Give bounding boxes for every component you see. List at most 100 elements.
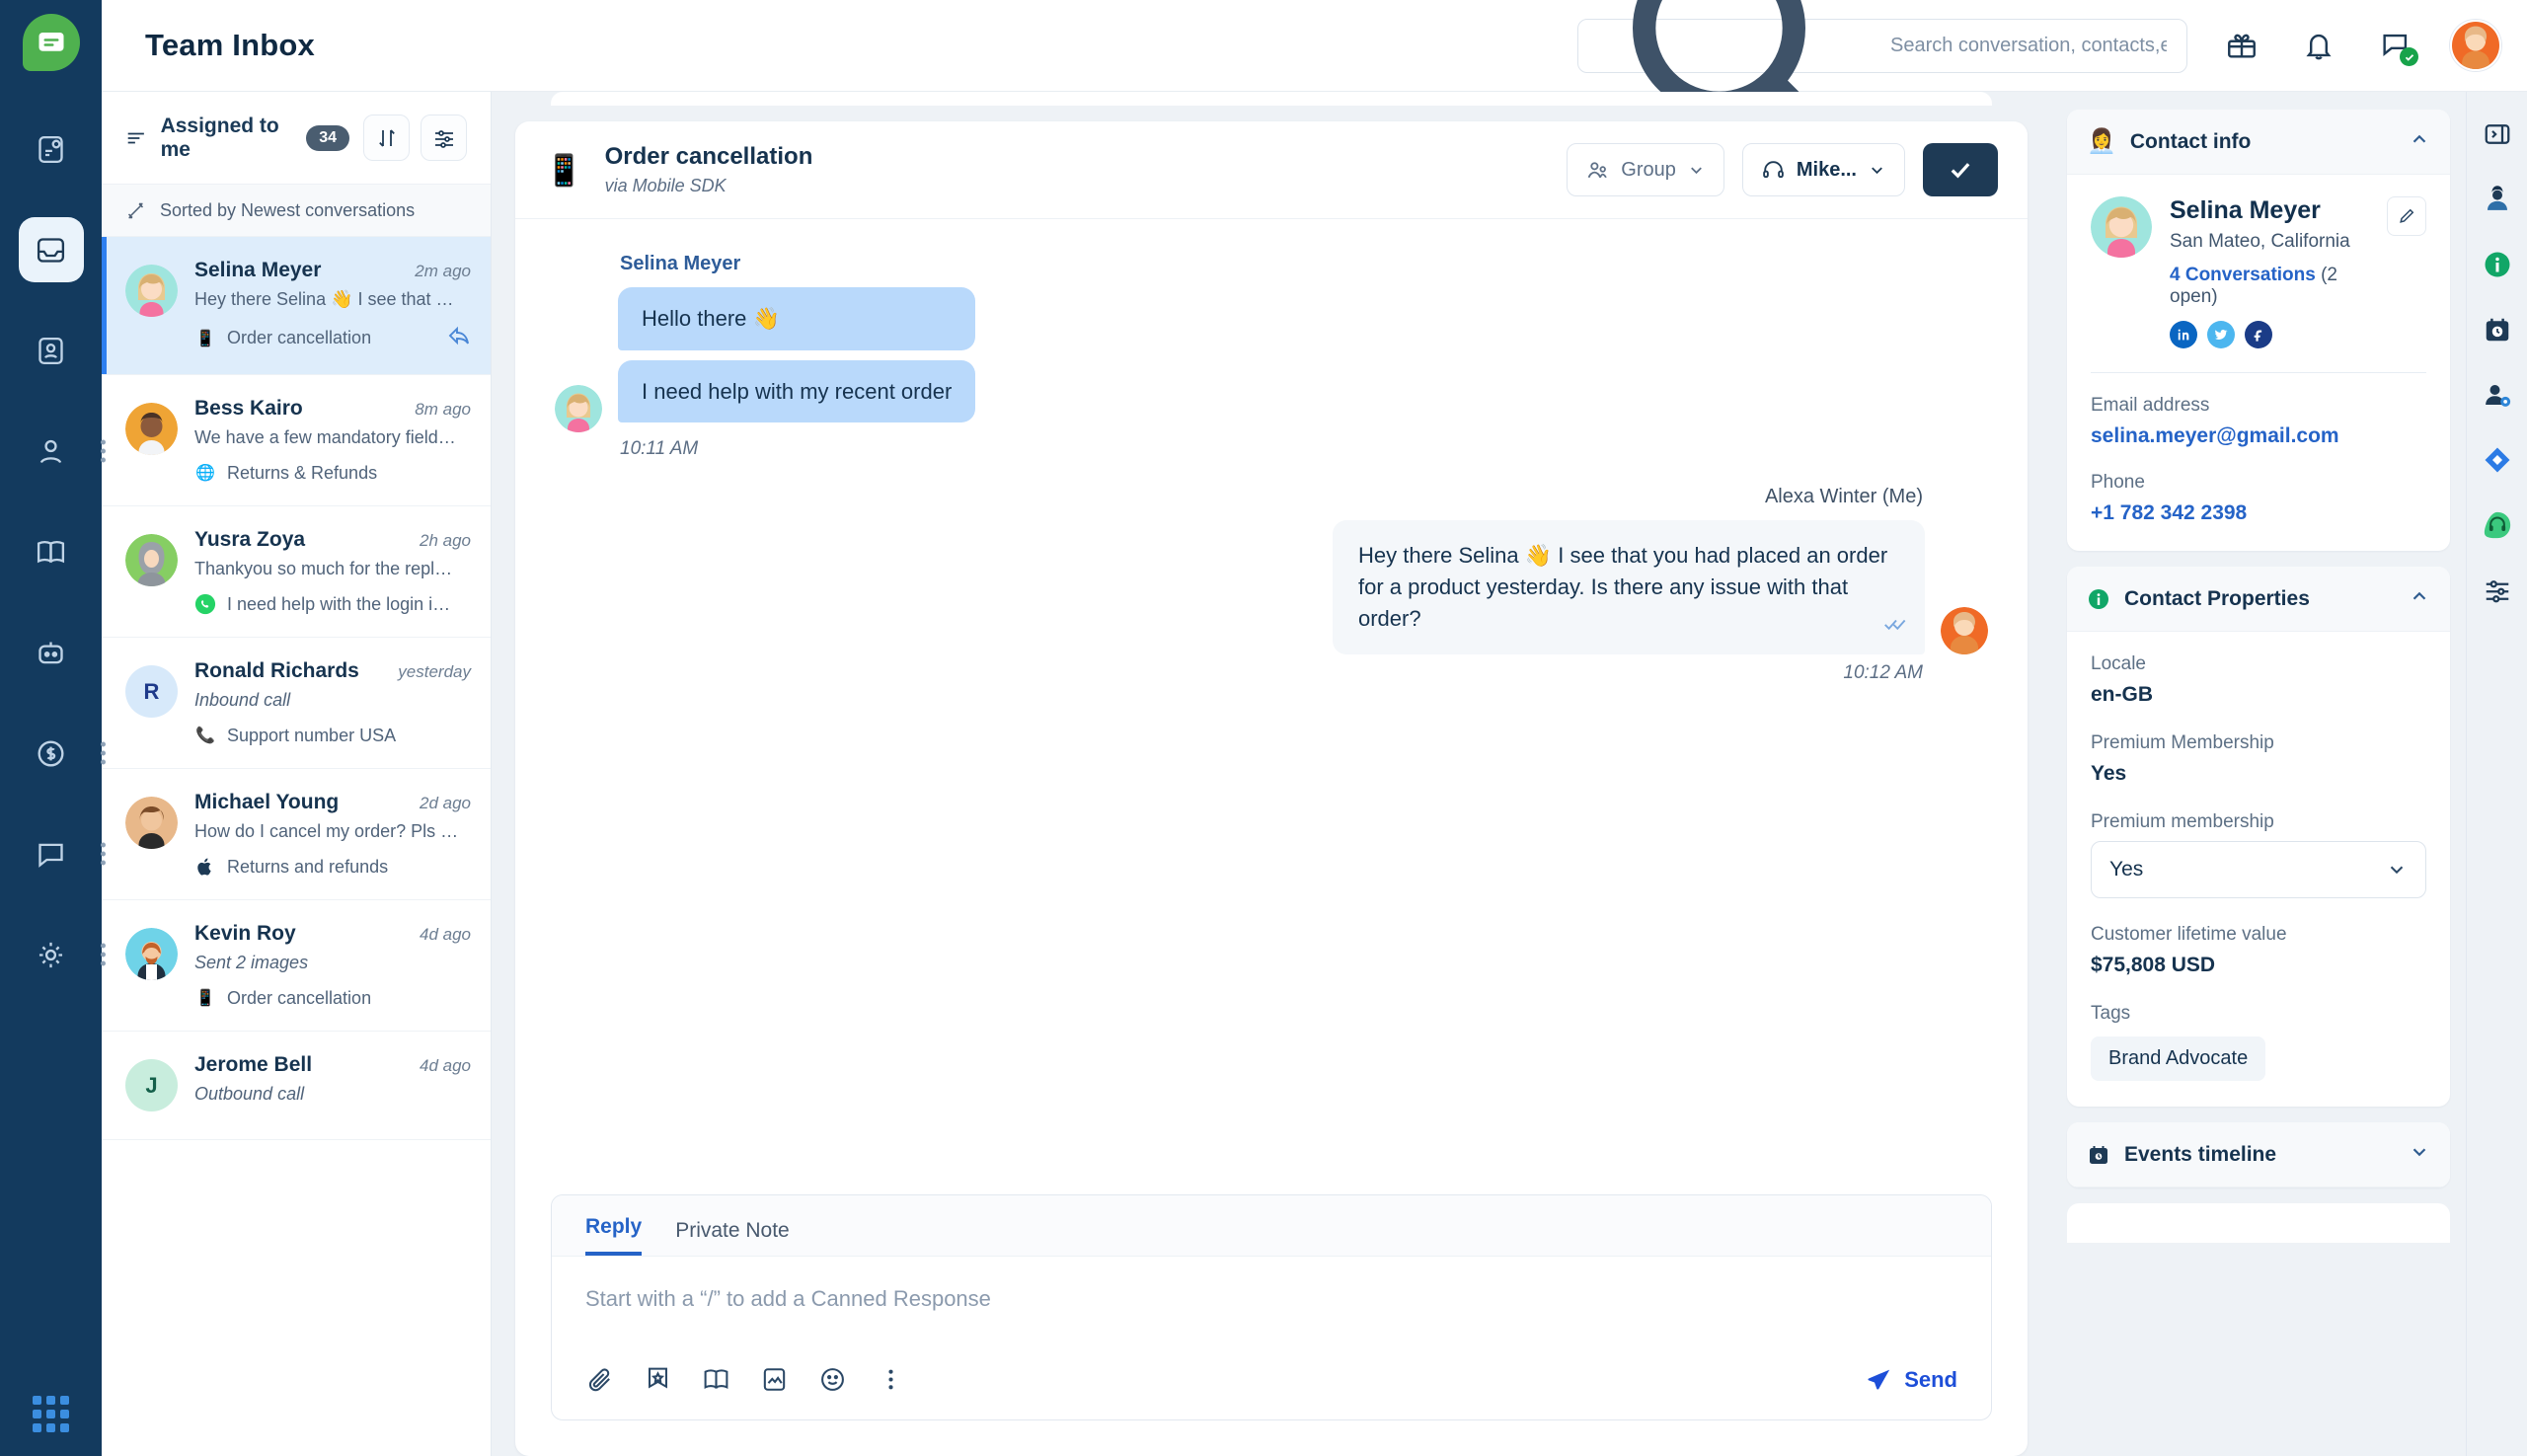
expand-panel-icon[interactable] (2481, 117, 2514, 151)
sidebar-item-campaigns[interactable] (19, 821, 84, 886)
bell-icon[interactable] (2296, 23, 2341, 68)
contact-info-title: Contact info (2130, 130, 2251, 154)
list-item-content: Bess Kairo 8m ago We have a few mandator… (194, 397, 471, 484)
filter-button[interactable] (421, 115, 467, 161)
next-card-peek (2067, 1203, 2450, 1243)
sort-arrows-icon (375, 126, 399, 150)
resolve-button[interactable] (1923, 143, 1998, 196)
list-item[interactable]: Bess Kairo 8m ago We have a few mandator… (102, 375, 491, 506)
search-box[interactable] (1577, 19, 2187, 73)
list-item-channel: I need help with the login issu... (227, 594, 454, 615)
sidebar-item-bot[interactable] (19, 620, 84, 685)
profile-icon (35, 435, 67, 468)
list-item[interactable]: Yusra Zoya 2h ago Thankyou so much for t… (102, 506, 491, 638)
list-item[interactable]: R Ronald Richards yesterday Inbound call… (102, 638, 491, 769)
list-item[interactable]: Selina Meyer 2m ago Hey there Selina 👋 I… (102, 237, 491, 375)
reply-input[interactable]: Start with a “/” to add a Canned Respons… (552, 1257, 1991, 1351)
avatar-image (555, 385, 602, 432)
sidebar-item-settings[interactable] (19, 922, 84, 987)
chat-messages[interactable]: Selina Meyer (515, 219, 2028, 1194)
list-item-name: Michael Young (194, 791, 339, 814)
tag-chip[interactable]: Brand Advocate (2091, 1036, 2265, 1081)
phone-value[interactable]: +1 782 342 2398 (2091, 501, 2426, 525)
sort-button[interactable] (363, 115, 410, 161)
events-timeline-card: Events timeline (2067, 1122, 2450, 1188)
conversation-list-header: Assigned to me 34 (102, 92, 491, 184)
avatar-image (125, 534, 178, 586)
avatar (1941, 607, 1988, 654)
reply-composer: Reply Private Note Start with a “/” to a… (551, 1194, 1992, 1420)
list-item-content: Selina Meyer 2m ago Hey there Selina 👋 I… (194, 259, 471, 352)
jira-icon[interactable] (2481, 443, 2514, 477)
list-item[interactable]: J Jerome Bell 4d ago Outbound call (102, 1032, 491, 1140)
chevron-up-icon[interactable] (2409, 128, 2430, 155)
conversations-count-link[interactable]: 4 Conversations (2170, 265, 2316, 285)
assignee-selector[interactable]: Mike... (1742, 143, 1905, 196)
send-button[interactable]: Send (1866, 1366, 1957, 1393)
settings-sliders-icon[interactable] (2481, 574, 2514, 607)
gift-icon[interactable] (2219, 23, 2264, 68)
events-timeline-icon[interactable] (2481, 313, 2514, 346)
more-options-icon[interactable] (877, 1365, 905, 1394)
support-icon[interactable] (2481, 508, 2514, 542)
tab-reply[interactable]: Reply (585, 1215, 642, 1256)
sidebar-item-billing[interactable] (19, 721, 84, 786)
filter-lines-icon[interactable] (125, 125, 147, 151)
sidebar-item-profile[interactable] (19, 419, 84, 484)
monitor-check-icon[interactable] (2373, 23, 2418, 68)
contact-properties-card: Contact Properties Locale en-GB Premium … (2067, 567, 2450, 1107)
pencil-icon (2397, 206, 2416, 226)
contact-info-header[interactable]: 👩‍💼 Contact info (2067, 110, 2450, 175)
facebook-icon[interactable] (2245, 321, 2272, 348)
assign-agent-icon[interactable] (2481, 378, 2514, 412)
sidebar-item-knowledge-base[interactable] (19, 519, 84, 584)
clock-calendar-icon (2087, 1143, 2110, 1167)
attachment-icon[interactable] (585, 1365, 614, 1394)
emoji-icon[interactable] (818, 1365, 847, 1394)
canned-response-icon[interactable] (644, 1365, 672, 1394)
property-premium-membership: Premium Membership Yes (2091, 732, 2426, 786)
brand-logo[interactable] (23, 14, 80, 71)
email-value[interactable]: selina.meyer@gmail.com (2091, 424, 2426, 448)
edit-contact-button[interactable] (2387, 196, 2426, 236)
list-item[interactable]: Michael Young 2d ago How do I cancel my … (102, 769, 491, 900)
message-bubble: Hey there Selina 👋 I see that you had pl… (1333, 520, 1925, 654)
reply-arrow-icon (447, 324, 471, 352)
sort-bar[interactable]: Sorted by Newest conversations (102, 184, 491, 237)
events-timeline-header[interactable]: Events timeline (2067, 1122, 2450, 1188)
sidebar-item-contacts[interactable] (19, 318, 84, 383)
message-sender: Alexa Winter (Me) (555, 486, 1923, 508)
search-input[interactable] (1890, 35, 2167, 57)
status-badge (2400, 47, 2418, 66)
group-selector[interactable]: Group (1567, 143, 1724, 196)
list-item-time: 4d ago (410, 925, 471, 945)
chevron-up-icon[interactable] (2409, 585, 2430, 612)
contact-properties-header[interactable]: Contact Properties (2067, 567, 2450, 632)
contact-conversations[interactable]: 4 Conversations (2 open) (2170, 265, 2369, 308)
avatar[interactable] (2450, 20, 2501, 71)
reports-icon (35, 133, 67, 166)
conversation-list-scroll[interactable]: Selina Meyer 2m ago Hey there Selina 👋 I… (102, 237, 491, 1456)
sidebar-item-reports[interactable] (19, 116, 84, 182)
contact-info-icon[interactable] (2481, 183, 2514, 216)
linkedin-icon[interactable] (2170, 321, 2197, 348)
chevron-down-icon[interactable] (2409, 1141, 2430, 1168)
list-item-channel: Returns & Refunds (227, 463, 377, 484)
avatar-image (2452, 22, 2499, 69)
check-glyph (2404, 51, 2415, 63)
tab-private-note[interactable]: Private Note (675, 1219, 790, 1256)
apps-grid-icon[interactable] (33, 1396, 69, 1432)
knowledge-base-icon[interactable] (702, 1365, 730, 1394)
twitter-icon[interactable] (2207, 321, 2235, 348)
info-icon[interactable] (2481, 248, 2514, 281)
list-item-channel: Order cancellation (227, 988, 371, 1009)
list-item-snippet: Thankyou so much for the reply Jake. Ca.… (194, 559, 459, 579)
premium-membership-select[interactable]: Yes (2091, 841, 2426, 898)
avatar (2091, 196, 2152, 258)
sidebar-item-inbox[interactable] (19, 217, 84, 282)
image-icon[interactable] (760, 1365, 789, 1394)
events-timeline-title: Events timeline (2124, 1143, 2276, 1167)
contact-properties-title: Contact Properties (2124, 587, 2310, 611)
property-tags: Tags Brand Advocate (2091, 1003, 2426, 1081)
list-item[interactable]: Kevin Roy 4d ago Sent 2 images 📱 Order c… (102, 900, 491, 1032)
